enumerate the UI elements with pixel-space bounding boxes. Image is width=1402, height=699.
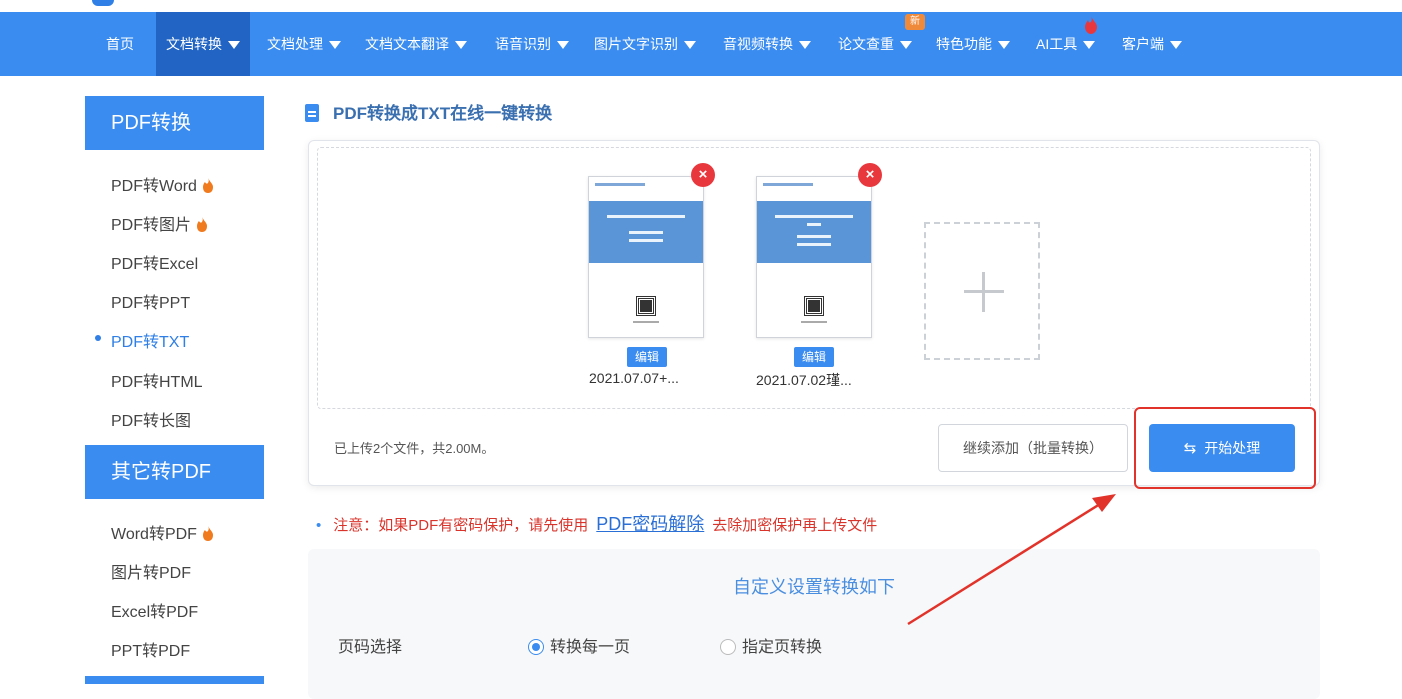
nav-item-label: 文档文本翻译 (365, 36, 449, 52)
sidebar-item-pdf-to-long-image[interactable]: PDF转长图 (111, 407, 191, 431)
page-title-text: PDF转换成TXT在线一键转换 (333, 104, 553, 123)
nav-item-doc-convert[interactable]: 文档转换 (156, 12, 250, 76)
nav-item-speech[interactable]: 语音识别 (485, 12, 579, 76)
document-icon (305, 104, 319, 122)
nav-item-doc-process[interactable]: 文档处理 (257, 12, 351, 76)
continue-add-button[interactable]: 继续添加（批量转换） (938, 424, 1128, 472)
chevron-down-icon (1170, 41, 1182, 50)
sidebar-item-pdf-to-html[interactable]: PDF转HTML (111, 368, 203, 392)
settings-panel: 自定义设置转换如下 页码选择 转换每一页 指定页转换 (308, 549, 1320, 699)
radio-selected-icon (528, 639, 544, 655)
hot-fire-icon (1085, 16, 1097, 34)
radio-convert-all-pages[interactable]: 转换每一页 (528, 633, 630, 657)
sidebar-item-label: Excel转PDF (111, 604, 199, 621)
top-nav: 首页 文档转换 文档处理 文档文本翻译 语音识别 图片文字识别 音视频转换 论文… (0, 12, 1402, 76)
nav-item-label: 文档处理 (267, 36, 323, 52)
upload-summary: 已上传2个文件，共2.00M。 (334, 441, 495, 456)
edit-file-button[interactable]: 编辑 (794, 347, 834, 367)
nav-item-translate[interactable]: 文档文本翻译 (355, 12, 477, 76)
sidebar-item-label: PDF转TXT (111, 334, 190, 351)
sidebar-item-label: PDF转图片 (111, 217, 192, 234)
sidebar-item-label: PDF转长图 (111, 413, 192, 430)
radio-label: 指定页转换 (742, 639, 823, 656)
nav-item-label: 论文查重 (838, 36, 894, 52)
sidebar-section-title: PDF转换 (85, 96, 264, 150)
chevron-down-icon (455, 41, 467, 50)
sidebar-item-label: PDF转Excel (111, 256, 199, 273)
chevron-down-icon (557, 41, 569, 50)
radio-label: 转换每一页 (550, 639, 631, 656)
sidebar: PDF转换 (85, 96, 264, 150)
hot-fire-icon (202, 178, 213, 193)
remove-file-button[interactable]: × (691, 163, 715, 187)
page-select-label: 页码选择 (338, 639, 403, 656)
add-file-button[interactable] (924, 222, 1040, 360)
sidebar-item-label: Word转PDF (111, 526, 197, 543)
page-title: PDF转换成TXT在线一键转换 (305, 102, 552, 126)
sidebar-item-ppt-to-pdf[interactable]: PPT转PDF (111, 637, 190, 661)
chevron-down-icon (684, 41, 696, 50)
chevron-down-icon (900, 41, 912, 50)
nav-item-label: 图片文字识别 (594, 36, 678, 52)
sidebar-item-label: PDF转Word (111, 178, 197, 195)
hot-fire-icon (202, 526, 213, 541)
sidebar-item-pdf-to-image[interactable]: PDF转图片 (111, 211, 208, 235)
note-prefix: 注意：如果PDF有密码保护，请先使用 (333, 517, 589, 534)
active-indicator-dot (95, 335, 101, 341)
remove-file-button[interactable]: × (858, 163, 882, 187)
chevron-down-icon (329, 41, 341, 50)
sidebar-item-pdf-to-ppt[interactable]: PDF转PPT (111, 289, 190, 313)
sidebar-item-image-to-pdf[interactable]: 图片转PDF (111, 559, 191, 583)
sidebar-section-next (85, 676, 264, 684)
sidebar-item-label: PDF转PPT (111, 295, 191, 312)
chevron-down-icon (1083, 41, 1096, 50)
sidebar-item-label: 图片转PDF (111, 565, 192, 582)
sidebar-item-label: PPT转PDF (111, 643, 191, 660)
nav-item-client[interactable]: 客户端 (1112, 12, 1192, 76)
chevron-down-icon (799, 41, 811, 50)
nav-item-av-convert[interactable]: 音视频转换 (713, 12, 821, 76)
radio-unselected-icon (720, 639, 736, 655)
nav-item-label: 客户端 (1122, 36, 1164, 52)
new-badge: 新 (905, 14, 925, 30)
file-thumbnail[interactable] (588, 176, 704, 338)
edit-file-button[interactable]: 编辑 (627, 347, 667, 367)
nav-item-home[interactable]: 首页 (96, 12, 144, 76)
sidebar-item-pdf-to-txt[interactable]: PDF转TXT (111, 328, 189, 352)
password-note: • 注意：如果PDF有密码保护，请先使用 PDF密码解除 去除加密保护再上传文件 (316, 510, 877, 536)
qr-code-icon (636, 296, 656, 316)
qr-code-icon (804, 296, 824, 316)
nav-item-label: 语音识别 (495, 36, 551, 52)
sidebar-section-title: 其它转PDF (85, 445, 264, 499)
file-name: 2021.07.02瑾... (756, 372, 852, 388)
logo[interactable] (92, 0, 114, 6)
chevron-down-icon (998, 41, 1010, 50)
sidebar-item-word-to-pdf[interactable]: Word转PDF (111, 520, 214, 544)
note-suffix: 去除加密保护再上传文件 (712, 517, 878, 534)
sidebar-item-pdf-to-word[interactable]: PDF转Word (111, 172, 214, 196)
pdf-password-remove-link[interactable]: PDF密码解除 (596, 514, 704, 534)
nav-item-label: 首页 (106, 36, 134, 52)
file-name: 2021.07.07+... (589, 370, 679, 386)
note-bullet: • (316, 517, 322, 534)
top-strip (0, 0, 1402, 12)
nav-item-ocr[interactable]: 图片文字识别 (584, 12, 706, 76)
settings-title: 自定义设置转换如下 (733, 577, 895, 597)
nav-item-features[interactable]: 特色功能 (926, 12, 1020, 76)
nav-item-label: 特色功能 (936, 36, 992, 52)
nav-item-label: 音视频转换 (723, 36, 793, 52)
hot-fire-icon (197, 217, 208, 232)
nav-item-label: AI工具 (1036, 36, 1078, 52)
sidebar-item-label: PDF转HTML (111, 374, 203, 391)
sidebar-item-pdf-to-excel[interactable]: PDF转Excel (111, 250, 198, 274)
radio-specify-pages[interactable]: 指定页转换 (720, 633, 822, 657)
file-thumbnail[interactable] (756, 176, 872, 338)
sidebar-item-excel-to-pdf[interactable]: Excel转PDF (111, 598, 198, 622)
chevron-down-icon (228, 41, 240, 50)
highlight-box (1134, 407, 1316, 489)
nav-item-label: 文档转换 (166, 36, 222, 52)
